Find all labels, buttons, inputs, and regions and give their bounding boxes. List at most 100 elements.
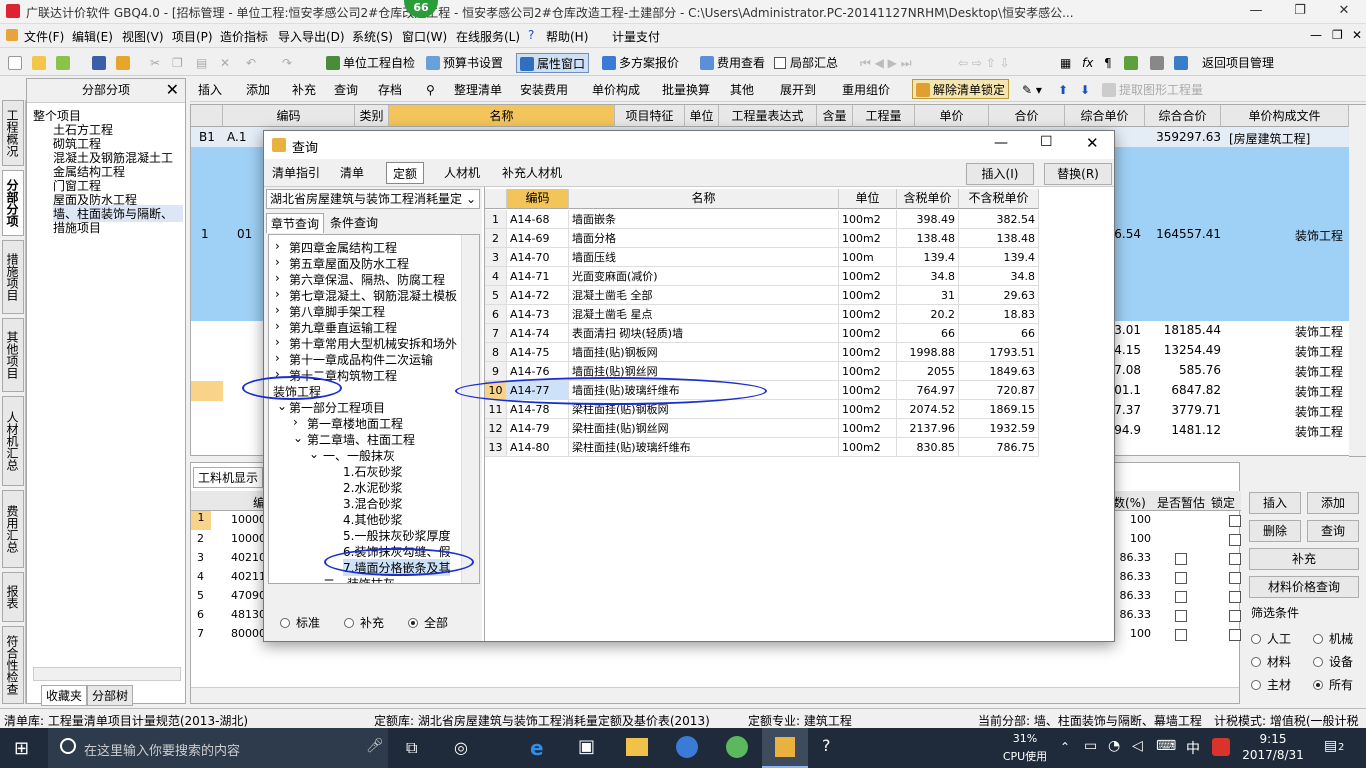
chapter-item[interactable]: 第五章屋面及防水工程 — [289, 255, 409, 272]
estimated-checkbox[interactable] — [1175, 591, 1187, 603]
chapter-item[interactable]: 第四章金属结构工程 — [289, 239, 397, 256]
quota-row-tax-price[interactable]: 764.97 — [897, 381, 959, 400]
bottom-header-pct[interactable]: 数(%) — [1113, 494, 1146, 511]
lock-checkbox[interactable] — [1229, 572, 1241, 584]
quota-row-unit[interactable]: 100m2 — [839, 343, 897, 362]
quota-row-unit[interactable]: 100m2 — [839, 419, 897, 438]
property-window-button[interactable]: 属性窗口 — [516, 53, 590, 73]
partial-summary-button[interactable]: 局部汇总 — [774, 53, 838, 73]
chapter-item[interactable]: 3.混合砂浆 — [343, 495, 402, 512]
filter-main-material[interactable]: 主材 — [1251, 676, 1291, 693]
lock-checkbox[interactable] — [1229, 534, 1241, 546]
bottom-header-estimated[interactable]: 是否暂估 — [1157, 494, 1205, 511]
row-code[interactable]: 40211 — [231, 570, 266, 583]
grid-header-type[interactable]: 类别 — [355, 105, 389, 127]
delete-icon[interactable]: ✕ — [220, 53, 230, 73]
quota-header-notax-price[interactable]: 不含税单价 — [959, 189, 1039, 209]
minimize-button[interactable]: — — [1234, 0, 1278, 24]
grid-header-content[interactable]: 含量 — [817, 105, 853, 127]
query-button[interactable]: 查询 — [1307, 520, 1359, 542]
menu-cost-index[interactable]: 造价指标 — [220, 28, 268, 45]
material-price-query-button[interactable]: 材料价格查询 — [1249, 576, 1359, 598]
print-icon[interactable] — [1150, 56, 1164, 70]
radio-all[interactable]: 全部 — [408, 614, 448, 631]
chevron-down-icon[interactable]: ⌄ — [309, 447, 319, 461]
quota-row-tax-price[interactable]: 138.48 — [897, 229, 959, 248]
redo-icon[interactable]: ↷ — [282, 53, 292, 73]
volume-icon[interactable]: ◁ — [1132, 738, 1143, 754]
menu-window[interactable]: 窗口(W) — [402, 28, 447, 45]
filter-material[interactable]: 材料 — [1251, 653, 1291, 670]
tab-condition-query[interactable]: 条件查询 — [326, 213, 382, 233]
file-explorer-icon[interactable] — [626, 738, 648, 756]
quota-row-tax-price[interactable]: 66 — [897, 324, 959, 343]
cut-icon[interactable]: ✂ — [150, 53, 160, 73]
quota-row-unit[interactable]: 100m2 — [839, 400, 897, 419]
fee-view-button[interactable]: 费用查看 — [700, 53, 765, 73]
chevron-down-icon[interactable]: ⌄ — [293, 431, 303, 445]
unlock-list-button[interactable]: 解除清单锁定 — [912, 79, 1010, 99]
menu-edit[interactable]: 编辑(E) — [72, 28, 113, 45]
book-icon[interactable] — [1124, 56, 1138, 70]
chapter-item[interactable]: 2.水泥砂浆 — [343, 479, 402, 496]
new-file-icon[interactable] — [8, 56, 22, 70]
quota-row-code[interactable]: A14-76 — [507, 362, 569, 381]
restore-button[interactable]: ❐ — [1278, 0, 1322, 24]
quota-row-notax-price[interactable]: 1869.15 — [959, 400, 1039, 419]
chapter-item[interactable]: 6.装饰抹灰勾缝、假 — [343, 543, 450, 560]
paste-icon[interactable]: ▤ — [196, 53, 207, 73]
app-icon[interactable] — [726, 736, 748, 758]
quota-row-code[interactable]: A14-74 — [507, 324, 569, 343]
row-price-file[interactable]: 装饰工程 — [1295, 403, 1343, 420]
quota-row-code[interactable]: A14-78 — [507, 400, 569, 419]
quota-row-tax-price[interactable]: 398.49 — [897, 210, 959, 229]
chapter-item[interactable]: 第一部分工程项目 — [289, 399, 385, 416]
quota-row-tax-price[interactable]: 830.85 — [897, 438, 959, 457]
quota-row-name[interactable]: 光面变麻面(减价) — [569, 267, 839, 286]
replace-button[interactable]: 替换(R) — [1044, 163, 1112, 185]
quota-row-tax-price[interactable]: 2137.96 — [897, 419, 959, 438]
row-code[interactable]: 10000 — [231, 532, 266, 545]
chevron-right-icon[interactable]: › — [275, 271, 280, 285]
quota-row-notax-price[interactable]: 18.83 — [959, 305, 1039, 324]
lock-checkbox[interactable] — [1229, 591, 1241, 603]
lock-checkbox[interactable] — [1229, 553, 1241, 565]
chapter-item[interactable]: 第十二章构筑物工程 — [289, 367, 397, 384]
search-box[interactable]: 在这里输入你要搜索的内容 🎤︎ — [48, 728, 388, 768]
row-code[interactable]: 80000 — [231, 627, 266, 640]
quota-header-unit[interactable]: 单位 — [839, 189, 897, 209]
quota-row-notax-price[interactable]: 1932.59 — [959, 419, 1039, 438]
network-icon[interactable]: ▭ — [1084, 738, 1097, 754]
chevron-right-icon[interactable]: › — [275, 367, 280, 381]
row-price-file[interactable]: 装饰工程 — [1295, 363, 1343, 380]
close-button[interactable]: ✕ — [1322, 0, 1366, 24]
chapter-item[interactable]: 第七章混凝土、钢筋混凝土模板 — [289, 287, 459, 304]
chapter-item[interactable]: 第十章常用大型机械安拆和场外 — [289, 335, 459, 352]
menu-file[interactable]: 文件(F) — [24, 28, 64, 45]
mdi-minimize-icon[interactable]: — — [1310, 28, 1322, 42]
tab-report[interactable]: 报表 — [2, 572, 24, 622]
lock-checkbox[interactable] — [1229, 515, 1241, 527]
row-code[interactable]: 10000 — [231, 513, 266, 526]
tab-fee-summary[interactable]: 费用汇总 — [2, 490, 24, 568]
binoculars-icon[interactable]: ⚲ — [426, 80, 435, 100]
tab-materials-summary[interactable]: 人材机汇总 — [2, 396, 24, 486]
chapter-item[interactable]: 1.石灰砂浆 — [343, 463, 402, 480]
chevron-right-icon[interactable]: › — [275, 287, 280, 301]
chevron-right-icon[interactable]: › — [275, 351, 280, 365]
grid-header-name[interactable]: 名称 — [389, 105, 615, 127]
mdi-close-icon[interactable]: ✕ — [1352, 28, 1362, 42]
chevron-right-icon[interactable]: › — [275, 303, 280, 317]
chapter-item[interactable]: 5.一般抹灰砂浆厚度 — [343, 527, 450, 544]
quota-row-code[interactable]: A14-72 — [507, 286, 569, 305]
install-fee-menu[interactable]: 安装费用 — [520, 80, 568, 100]
app-menu-icon[interactable] — [6, 29, 18, 41]
windows-start-icon[interactable]: ⊞ — [14, 738, 29, 759]
move-down-icon[interactable]: ⬇ — [1080, 80, 1090, 100]
row-price-file[interactable]: 装饰工程 — [1295, 343, 1343, 360]
task-view-icon[interactable]: ⧉ — [406, 738, 417, 758]
bottom-hscrollbar[interactable] — [191, 687, 1239, 703]
nav-first-icon[interactable]: ⏮ ◀ ▶ ⏭ — [860, 53, 912, 73]
quota-row-code[interactable]: A14-73 — [507, 305, 569, 324]
move-up-icon[interactable]: ⬆ — [1058, 80, 1068, 100]
